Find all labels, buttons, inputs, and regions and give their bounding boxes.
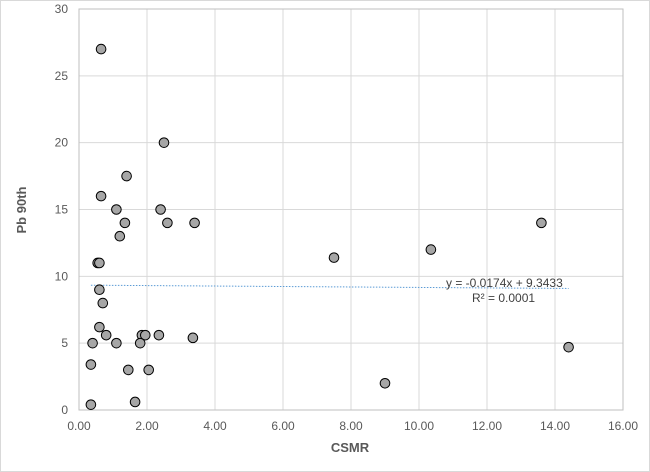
data-point — [111, 337, 122, 349]
y-tick-label: 15 — [55, 203, 69, 217]
data-point — [328, 252, 340, 263]
data-point — [100, 329, 112, 341]
data-point — [189, 217, 200, 229]
trendline-r-squared: R² = 0.0001 — [472, 291, 535, 305]
data-point — [158, 137, 170, 148]
data-point — [121, 170, 132, 182]
data-point — [94, 257, 105, 269]
x-axis-title: CSMR — [331, 440, 370, 455]
y-tick-label: 5 — [61, 336, 68, 350]
data-point — [97, 297, 109, 309]
data-point — [129, 396, 141, 408]
data-point — [187, 332, 199, 344]
x-tick-label: 8.00 — [339, 419, 363, 433]
data-point — [114, 230, 126, 242]
x-axis-ticks: 0.00 2.00 4.00 6.00 8.00 10.00 12.00 14.00 16.00 — [67, 419, 638, 433]
data-point — [379, 377, 391, 389]
data-point — [95, 190, 107, 202]
x-tick-label: 12.00 — [472, 419, 502, 433]
data-point — [162, 217, 173, 229]
data-point — [563, 341, 574, 353]
y-axis-title: Pb 90th — [14, 186, 29, 233]
data-point — [134, 337, 146, 349]
x-tick-label: 2.00 — [135, 419, 159, 433]
data-point — [536, 217, 547, 229]
y-tick-label: 30 — [55, 2, 69, 16]
data-point — [111, 204, 122, 215]
data-point — [85, 399, 97, 410]
y-tick-label: 20 — [55, 136, 69, 150]
data-point — [94, 284, 105, 296]
data-point — [425, 244, 437, 255]
y-tick-label: 0 — [61, 403, 68, 417]
y-tick-label: 25 — [55, 69, 69, 83]
data-point — [119, 217, 131, 229]
x-tick-label: 0.00 — [67, 419, 91, 433]
y-axis-ticks: 0 5 10 15 20 25 30 — [55, 2, 69, 417]
scatter-chart: 0.00 2.00 4.00 6.00 8.00 10.00 12.00 14.00 16.00… — [14, 2, 638, 455]
data-point — [123, 364, 134, 376]
data-point — [95, 43, 107, 55]
x-tick-label: 4.00 — [203, 419, 227, 433]
data-point — [153, 329, 165, 341]
y-tick-label: 10 — [55, 269, 69, 283]
data-points — [85, 43, 574, 410]
x-tick-label: 10.00 — [404, 419, 434, 433]
data-point — [94, 321, 105, 333]
x-tick-label: 14.00 — [540, 419, 570, 433]
data-point — [155, 204, 166, 215]
data-point — [85, 359, 97, 370]
x-tick-label: 16.00 — [608, 419, 638, 433]
x-tick-label: 6.00 — [271, 419, 295, 433]
data-point — [143, 364, 154, 376]
data-point — [87, 337, 98, 349]
trendline-equation: y = -0.0174x + 9.3433 — [446, 276, 563, 290]
